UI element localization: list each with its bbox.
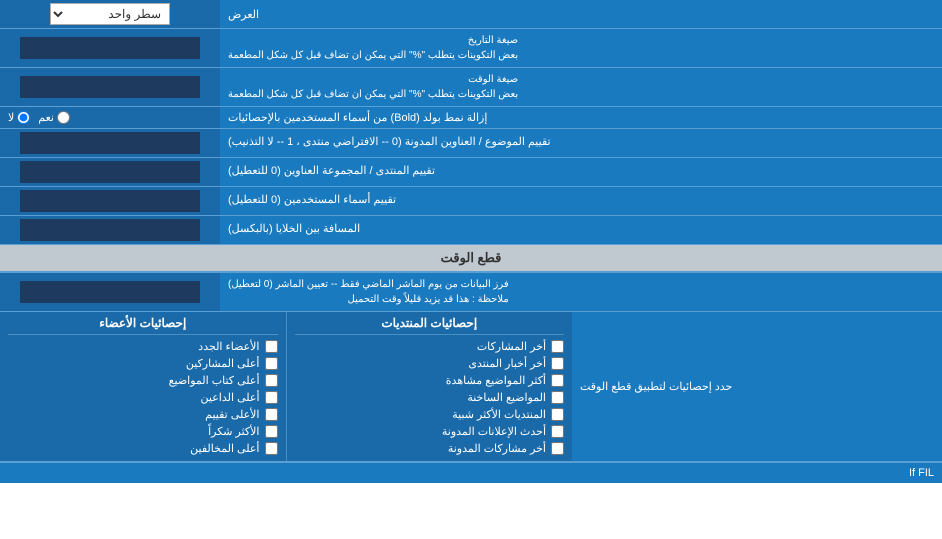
display-label: العرض: [220, 0, 942, 28]
topics-sort-label: تقييم الموضوع / العناوين المدونة (0 -- ا…: [220, 129, 942, 157]
stats-members-checkbox-5[interactable]: [265, 425, 278, 438]
stats-members-item-0: الأعضاء الجدد: [8, 338, 278, 355]
bold-yes-radio[interactable]: [57, 111, 70, 124]
date-format-input[interactable]: d-m: [20, 37, 200, 59]
stats-members-checkbox-6[interactable]: [265, 442, 278, 455]
topics-sort-row: تقييم الموضوع / العناوين المدونة (0 -- ا…: [0, 129, 942, 158]
stats-posts-item-0: أخر المشاركات: [295, 338, 565, 355]
stats-members-item-6: أعلى المخالفين: [8, 440, 278, 457]
distance-label: المسافة بين الخلايا (بالبكسل): [220, 216, 942, 244]
cutoff-days-label: فرز البيانات من يوم الماشر الماضي فقط --…: [220, 273, 942, 311]
time-format-input[interactable]: H:i: [20, 76, 200, 98]
stats-posts-item-label-0: أخر المشاركات: [477, 340, 546, 353]
bold-no-label[interactable]: لا: [8, 111, 30, 124]
cutoff-days-row: فرز البيانات من يوم الماشر الماضي فقط --…: [0, 273, 942, 312]
stats-members-item-4: الأعلى تقييم: [8, 406, 278, 423]
forum-sort-label: تقييم المنتدى / المجموعة العناوين (0 للت…: [220, 158, 942, 186]
stats-members-item-label-2: أعلى كتاب المواضيع: [169, 374, 260, 387]
stats-columns-area: إحصائيات المنتديات أخر المشاركات أخر أخب…: [0, 312, 572, 461]
stats-members-item-label-1: أعلى المشاركين: [186, 357, 260, 370]
if-fil-text: If FIL: [909, 467, 934, 479]
stats-posts-col-title: إحصائيات المنتديات: [295, 316, 565, 335]
display-row: العرض سطر واحد سطرين ثلاثة أسطر: [0, 0, 942, 29]
stats-posts-item-5: أحدث الإعلانات المدونة: [295, 423, 565, 440]
cutoff-days-input-cell: 0: [0, 273, 220, 311]
stats-posts-item-3: المواضيع الساخنة: [295, 389, 565, 406]
stats-members-item-3: أعلى الداعين: [8, 389, 278, 406]
forum-sort-input[interactable]: 33: [20, 161, 200, 183]
stats-members-checkbox-1[interactable]: [265, 357, 278, 370]
display-select-cell: سطر واحد سطرين ثلاثة أسطر: [0, 0, 220, 28]
main-container: العرض سطر واحد سطرين ثلاثة أسطر صيغة الت…: [0, 0, 942, 483]
time-format-label: صيغة الوقت بعض التكوينات يتطلب "%" التي …: [220, 68, 942, 106]
stats-posts-checkbox-6[interactable]: [551, 442, 564, 455]
stats-posts-item-label-5: أحدث الإعلانات المدونة: [442, 425, 546, 438]
stats-posts-item-label-4: المنتديات الأكثر شبية: [452, 408, 546, 421]
stats-area: حدد إحصائيات لتطبيق قطع الوقت إحصائيات ا…: [0, 312, 942, 462]
stats-members-checkbox-3[interactable]: [265, 391, 278, 404]
stats-members-item-label-3: أعلى الداعين: [201, 391, 260, 404]
topics-sort-input-cell: 33: [0, 129, 220, 157]
bold-no-radio[interactable]: [17, 111, 30, 124]
stats-posts-checkbox-1[interactable]: [551, 357, 564, 370]
stats-members-item-label-5: الأكثر شكراً: [208, 425, 259, 438]
cutoff-header: قطع الوقت: [0, 245, 942, 272]
stats-members-checkbox-4[interactable]: [265, 408, 278, 421]
stats-posts-checkbox-0[interactable]: [551, 340, 564, 353]
stats-posts-checkbox-5[interactable]: [551, 425, 564, 438]
stats-posts-item-label-2: أكثر المواضيع مشاهدة: [446, 374, 546, 387]
stats-posts-item-6: أخر مشاركات المدونة: [295, 440, 565, 457]
date-format-label: صيغة التاريخ بعض التكوينات يتطلب "%" الت…: [220, 29, 942, 67]
time-format-input-cell: H:i: [0, 68, 220, 106]
stats-posts-item-4: المنتديات الأكثر شبية: [295, 406, 565, 423]
stats-members-item-label-4: الأعلى تقييم: [205, 408, 259, 421]
stats-members-item-5: الأكثر شكراً: [8, 423, 278, 440]
stats-posts-item-1: أخر أخبار المنتدى: [295, 355, 565, 372]
stats-members-item-1: أعلى المشاركين: [8, 355, 278, 372]
topics-sort-input[interactable]: 33: [20, 132, 200, 154]
stats-posts-checkbox-4[interactable]: [551, 408, 564, 421]
forum-sort-row: تقييم المنتدى / المجموعة العناوين (0 للت…: [0, 158, 942, 187]
stats-members-col-title: إحصائيات الأعضاء: [8, 316, 278, 335]
stats-posts-item-label-3: المواضيع الساخنة: [467, 391, 546, 404]
stats-members-checkbox-0[interactable]: [265, 340, 278, 353]
date-format-row: صيغة التاريخ بعض التكوينات يتطلب "%" الت…: [0, 29, 942, 68]
time-format-row: صيغة الوقت بعض التكوينات يتطلب "%" التي …: [0, 68, 942, 107]
if-fil-row: If FIL: [0, 462, 942, 483]
stats-posts-checkbox-2[interactable]: [551, 374, 564, 387]
stats-members-col: إحصائيات الأعضاء الأعضاء الجدد أعلى المش…: [0, 312, 287, 461]
stats-posts-col: إحصائيات المنتديات أخر المشاركات أخر أخب…: [287, 312, 573, 461]
bold-remove-input-cell: نعم لا: [0, 107, 220, 128]
stats-posts-checkbox-3[interactable]: [551, 391, 564, 404]
cutoff-header-row: قطع الوقت: [0, 245, 942, 273]
distance-input[interactable]: 2: [20, 219, 200, 241]
stats-members-item-label-0: الأعضاء الجدد: [198, 340, 259, 353]
stats-posts-item-2: أكثر المواضيع مشاهدة: [295, 372, 565, 389]
bold-remove-row: إزالة نمط بولد (Bold) من أسماء المستخدمي…: [0, 107, 942, 129]
distance-row: المسافة بين الخلايا (بالبكسل) 2: [0, 216, 942, 245]
cutoff-days-input[interactable]: 0: [20, 281, 200, 303]
bold-yes-label[interactable]: نعم: [38, 111, 70, 124]
distance-input-cell: 2: [0, 216, 220, 244]
date-format-input-cell: d-m: [0, 29, 220, 67]
stats-apply-label: حدد إحصائيات لتطبيق قطع الوقت: [572, 312, 942, 461]
stats-members-item-2: أعلى كتاب المواضيع: [8, 372, 278, 389]
stats-members-item-label-6: أعلى المخالفين: [190, 442, 259, 455]
stats-members-checkbox-2[interactable]: [265, 374, 278, 387]
users-sort-label: تقييم أسماء المستخدمين (0 للتعطيل): [220, 187, 942, 215]
display-select[interactable]: سطر واحد سطرين ثلاثة أسطر: [50, 3, 170, 25]
users-sort-input[interactable]: 0: [20, 190, 200, 212]
forum-sort-input-cell: 33: [0, 158, 220, 186]
bold-remove-label: إزالة نمط بولد (Bold) من أسماء المستخدمي…: [220, 107, 942, 128]
stats-posts-item-label-1: أخر أخبار المنتدى: [468, 357, 546, 370]
stats-posts-item-label-6: أخر مشاركات المدونة: [448, 442, 546, 455]
users-sort-row: تقييم أسماء المستخدمين (0 للتعطيل) 0: [0, 187, 942, 216]
users-sort-input-cell: 0: [0, 187, 220, 215]
